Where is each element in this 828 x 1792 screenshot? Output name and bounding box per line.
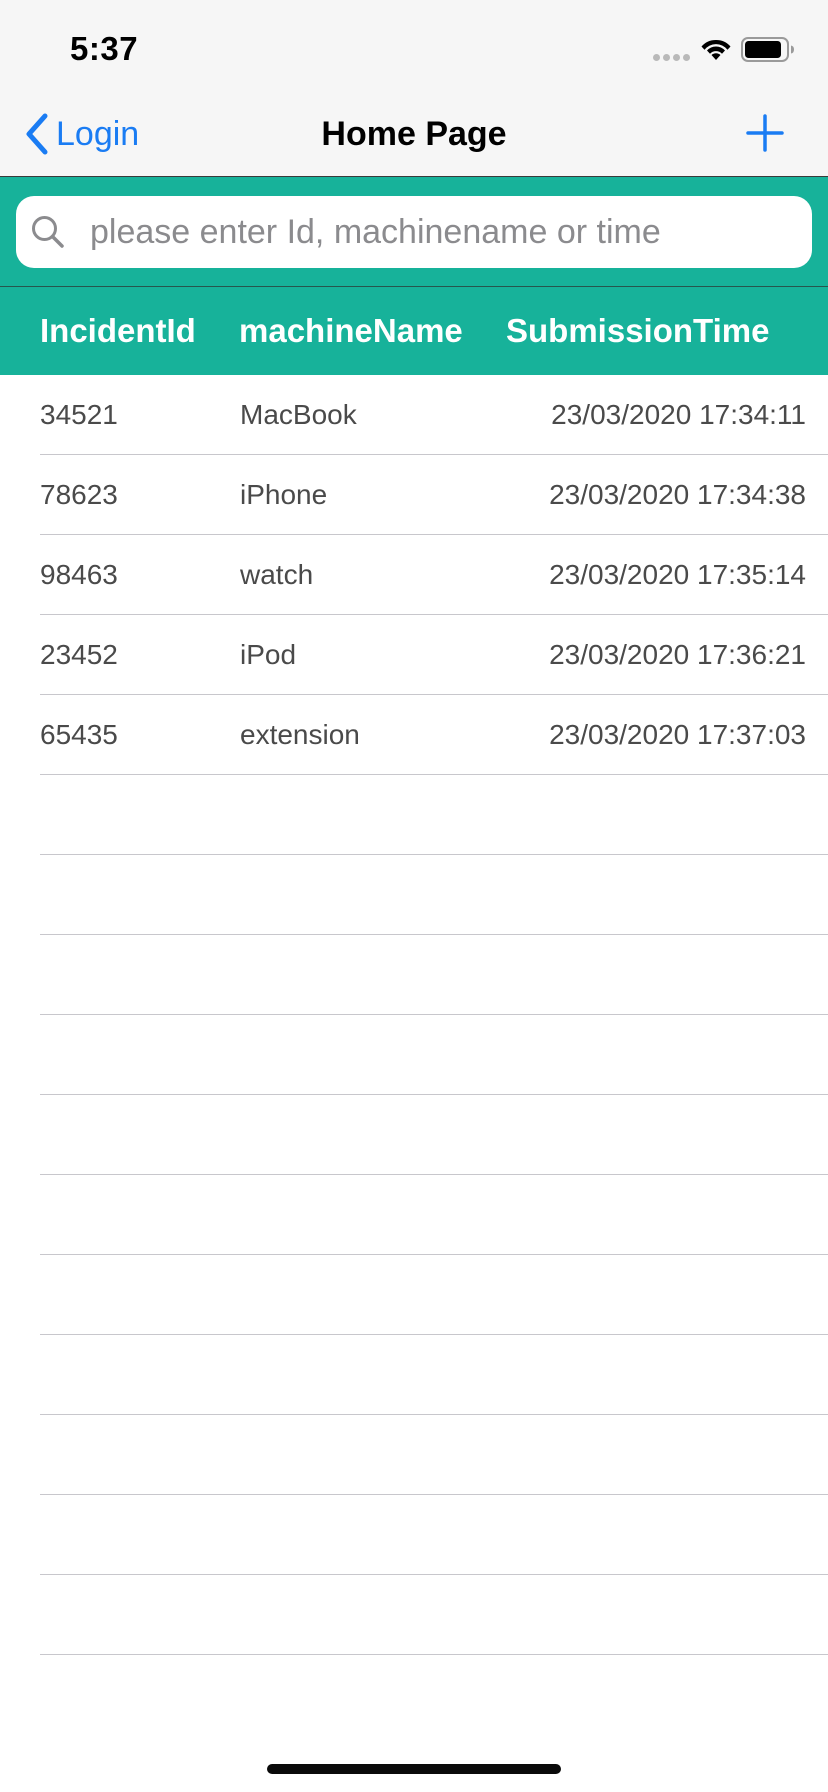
machine-name-cell: iPhone (240, 479, 328, 510)
empty-table-row (0, 1575, 828, 1655)
status-bar: 5:37 (0, 0, 828, 96)
empty-table-row (0, 1335, 828, 1415)
submission-time-cell: 23/03/2020 17:35:14 (549, 559, 806, 590)
battery-icon (741, 37, 794, 62)
search-input[interactable] (74, 196, 794, 268)
submission-time-cell: 23/03/2020 17:34:38 (549, 479, 806, 510)
column-header-machine-name: machineName (239, 312, 463, 349)
table-row[interactable]: 34521 MacBook 23/03/2020 17:34:11 (0, 375, 828, 455)
empty-table-row (0, 1255, 828, 1335)
incident-id-cell: 78623 (40, 479, 118, 510)
incident-id-cell: 65435 (40, 719, 118, 750)
table-header: IncidentId machineName SubmissionTime (0, 287, 828, 375)
table-row[interactable]: 65435 extension 23/03/2020 17:37:03 (0, 695, 828, 775)
submission-time-cell: 23/03/2020 17:37:03 (549, 719, 806, 750)
column-header-submission-time: SubmissionTime (506, 312, 770, 349)
empty-table-row (0, 1095, 828, 1175)
empty-table-row (0, 1495, 828, 1575)
wifi-icon (701, 39, 731, 60)
submission-time-cell: 23/03/2020 17:34:11 (551, 399, 806, 430)
chevron-left-icon (26, 113, 48, 155)
cellular-signal-icon (653, 54, 690, 61)
status-time: 5:37 (70, 30, 139, 67)
search-box[interactable] (16, 196, 812, 268)
incident-id-cell: 23452 (40, 639, 118, 670)
column-header-incident-id: IncidentId (40, 312, 196, 349)
machine-name-cell: MacBook (240, 399, 357, 430)
empty-table-row (0, 1415, 828, 1495)
empty-table-row (0, 855, 828, 935)
table-row[interactable]: 78623 iPhone 23/03/2020 17:34:38 (0, 455, 828, 535)
submission-time-cell: 23/03/2020 17:36:21 (549, 639, 806, 670)
empty-table-row (0, 1175, 828, 1255)
empty-table-row (0, 935, 828, 1015)
plus-icon[interactable] (742, 110, 788, 156)
back-button[interactable]: Login (24, 108, 139, 160)
magnifying-glass-icon (32, 216, 64, 248)
empty-table-row (0, 1015, 828, 1095)
incident-id-cell: 98463 (40, 559, 118, 590)
navigation-bar: Login Home Page (0, 96, 828, 177)
back-button-label: Login (56, 114, 140, 153)
home-indicator[interactable] (267, 1764, 561, 1774)
incident-id-cell: 34521 (40, 399, 118, 430)
search-bar-container (0, 177, 828, 287)
table-row[interactable]: 98463 watch 23/03/2020 17:35:14 (0, 535, 828, 615)
incident-table: 34521 MacBook 23/03/2020 17:34:11 78623 … (0, 375, 828, 1655)
machine-name-cell: watch (240, 559, 314, 590)
machine-name-cell: iPod (240, 639, 297, 670)
empty-table-row (0, 775, 828, 855)
table-row[interactable]: 23452 iPod 23/03/2020 17:36:21 (0, 615, 828, 695)
machine-name-cell: extension (240, 719, 360, 750)
